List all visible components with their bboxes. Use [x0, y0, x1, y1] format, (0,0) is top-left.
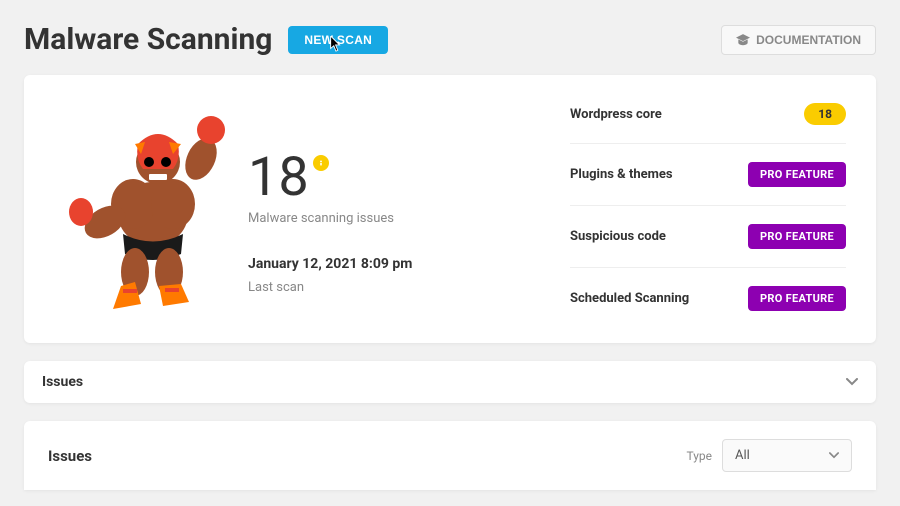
issue-count-subtext: Malware scanning issues — [248, 211, 510, 226]
issues-collapse-label: Issues — [42, 374, 83, 390]
pro-feature-badge[interactable]: PRO FEATURE — [748, 162, 846, 187]
category-label: Scheduled Scanning — [570, 291, 689, 306]
chevron-down-icon — [846, 374, 858, 390]
documentation-button[interactable]: DOCUMENTATION — [721, 25, 876, 55]
type-filter-value: All — [735, 448, 750, 463]
category-label: Wordpress core — [570, 107, 662, 122]
new-scan-button[interactable]: NEW SCAN — [288, 26, 388, 54]
pro-feature-badge[interactable]: PRO FEATURE — [748, 224, 846, 249]
category-count-badge: 18 — [804, 103, 846, 125]
pro-feature-badge[interactable]: PRO FEATURE — [748, 286, 846, 311]
stats-column: 18 Malware scanning issues January 12, 2… — [240, 103, 510, 315]
chevron-down-icon — [829, 452, 839, 459]
mascot-column — [50, 103, 240, 315]
issue-count-row: 18 — [248, 151, 510, 205]
graduation-cap-icon — [736, 34, 750, 46]
category-label: Plugins & themes — [570, 167, 673, 182]
category-row-wordpress-core: Wordpress core 18 — [570, 103, 846, 144]
page-header: Malware Scanning NEW SCAN DOCUMENTATION — [0, 0, 900, 75]
category-row-plugins-themes: Plugins & themes PRO FEATURE — [570, 144, 846, 206]
last-scan-label: Last scan — [248, 280, 510, 295]
type-filter-select[interactable]: All — [722, 439, 852, 472]
issues-panel: Issues Type All — [24, 421, 876, 490]
summary-card: 18 Malware scanning issues January 12, 2… — [24, 75, 876, 343]
categories-column: Wordpress core 18 Plugins & themes PRO F… — [510, 103, 846, 315]
category-row-suspicious-code: Suspicious code PRO FEATURE — [570, 206, 846, 268]
type-filter-label: Type — [686, 449, 712, 463]
mascot-image — [63, 104, 228, 314]
issues-collapse-toggle[interactable]: Issues — [24, 361, 876, 403]
issues-panel-title: Issues — [48, 447, 92, 465]
category-row-scheduled-scanning: Scheduled Scanning PRO FEATURE — [570, 268, 846, 311]
last-scan-date: January 12, 2021 8:09 pm — [248, 256, 510, 272]
page-title: Malware Scanning — [24, 22, 272, 57]
new-scan-label: NEW SCAN — [304, 33, 372, 47]
issue-count: 18 — [248, 151, 309, 205]
documentation-label: DOCUMENTATION — [756, 33, 861, 47]
warning-badge-icon — [313, 155, 329, 171]
category-label: Suspicious code — [570, 229, 666, 244]
